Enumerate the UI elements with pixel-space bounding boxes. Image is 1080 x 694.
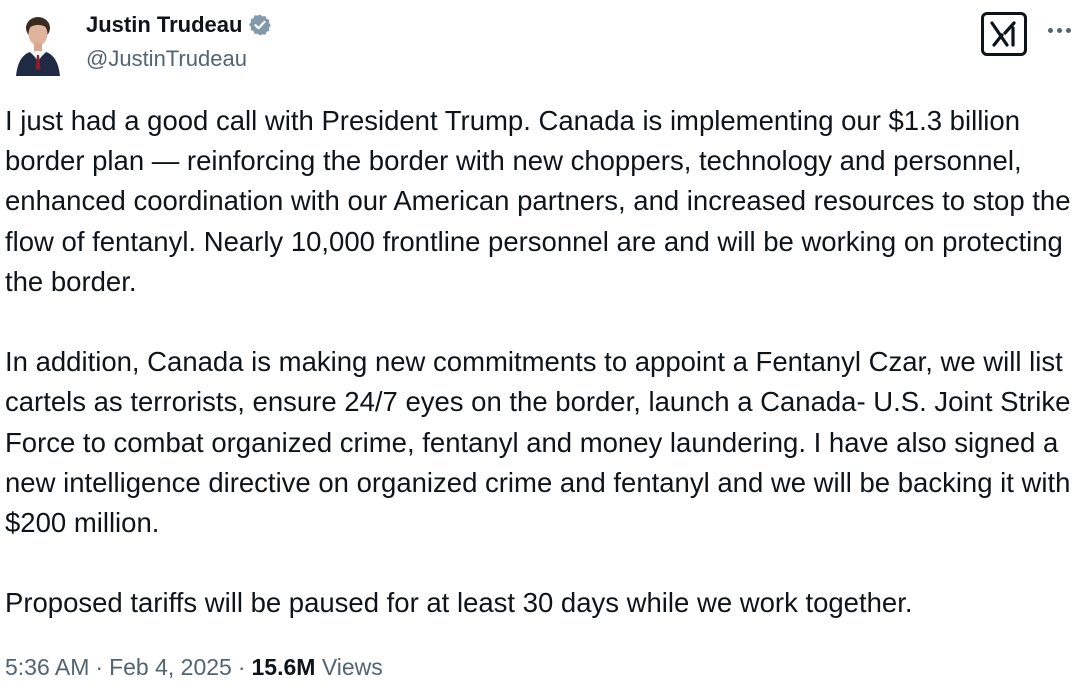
- tweet-meta: 5:36 AM · Feb 4, 2025 · 15.6M Views: [5, 651, 383, 683]
- tweet-time[interactable]: 5:36 AM: [5, 654, 89, 680]
- meta-separator: ·: [237, 654, 246, 680]
- author-display-name[interactable]: Justin Trudeau: [86, 10, 242, 40]
- more-dot: [1056, 27, 1062, 33]
- tweet-paragraph: Proposed tariffs will be paused for at l…: [5, 587, 913, 619]
- more-dot: [1065, 27, 1071, 33]
- tweet-text: I just had a good call with President Tr…: [5, 101, 1073, 624]
- meta-separator: ·: [95, 654, 104, 680]
- x-glyph-icon: [990, 21, 1016, 47]
- tweet-paragraph: I just had a good call with President Tr…: [5, 105, 1071, 297]
- person-photo-avatar-icon: [16, 17, 60, 76]
- author-handle[interactable]: @JustinTrudeau: [86, 45, 247, 73]
- verified-badge-icon: [249, 14, 272, 36]
- views-label[interactable]: Views: [322, 654, 383, 680]
- more-options-icon[interactable]: [1044, 18, 1074, 42]
- avatar[interactable]: [14, 12, 62, 76]
- views-count[interactable]: 15.6M: [252, 654, 316, 680]
- more-dot: [1047, 27, 1053, 33]
- tweet-date[interactable]: Feb 4, 2025: [109, 654, 232, 680]
- x-logo-icon[interactable]: [981, 12, 1027, 56]
- author-name-row: Justin Trudeau: [86, 10, 272, 40]
- tweet-paragraph: In addition, Canada is making new commit…: [5, 346, 1071, 539]
